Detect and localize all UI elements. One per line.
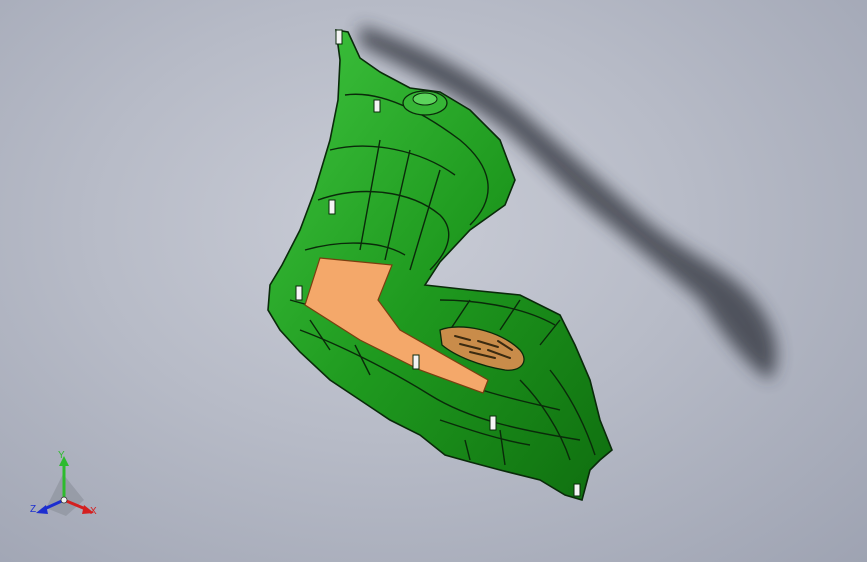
z-axis-label: Z [30, 504, 37, 515]
orientation-triad[interactable] [36, 456, 94, 516]
cad-viewport[interactable]: Y X Z [0, 0, 867, 562]
y-axis-label: Y [58, 450, 65, 461]
x-axis-label: X [90, 506, 97, 517]
model-canvas[interactable] [0, 0, 867, 562]
top-boss [402, 90, 448, 116]
